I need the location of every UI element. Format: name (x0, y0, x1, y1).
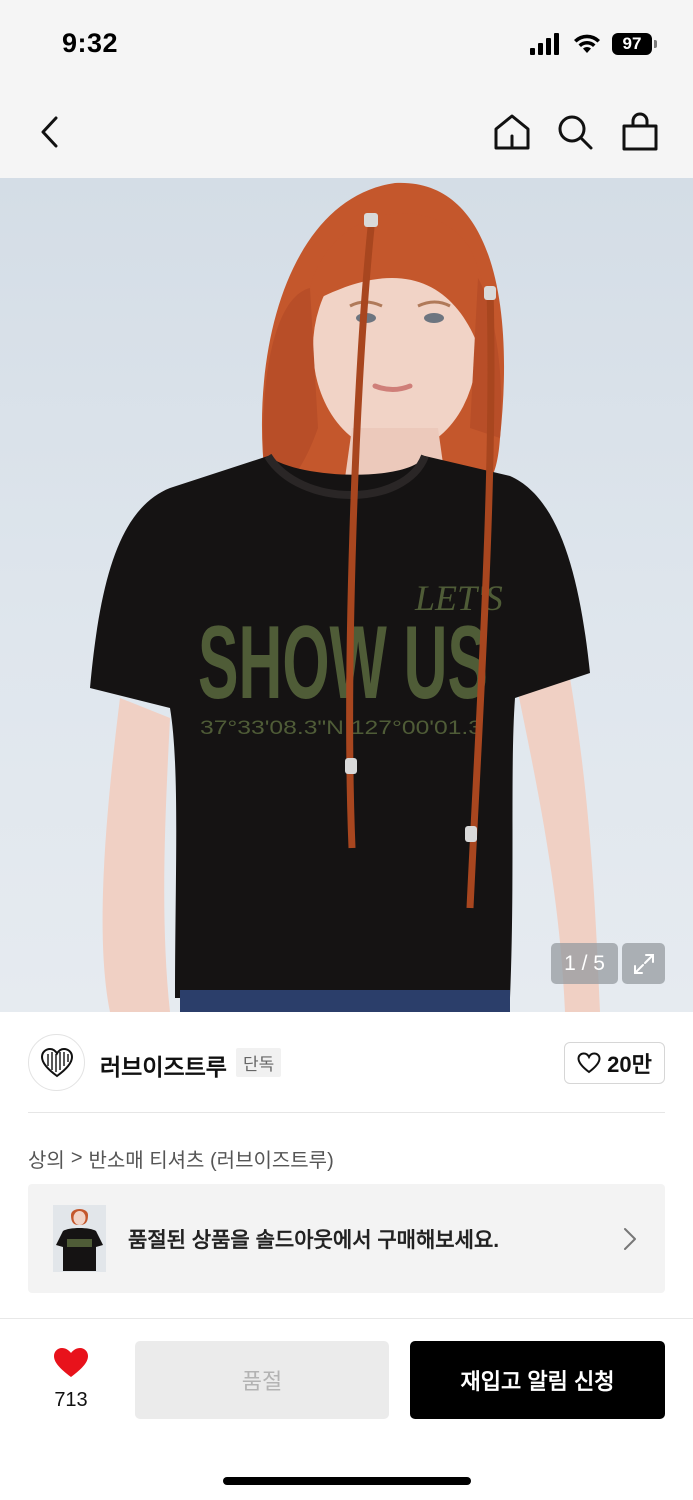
breadcrumb-subcategory[interactable]: 반소매 티셔츠 (러브이즈트루) (89, 1144, 334, 1173)
expand-image-button[interactable] (622, 943, 665, 984)
shirt-print-sub: LET'S (414, 578, 503, 618)
status-time: 9:32 (62, 28, 119, 58)
search-button[interactable] (549, 106, 601, 158)
breadcrumb-category[interactable]: 상의 (28, 1144, 65, 1173)
image-counter: 1 / 5 (551, 943, 618, 984)
restock-alert-button[interactable]: 재입고 알림 신청 (410, 1341, 665, 1419)
back-button[interactable] (24, 106, 76, 158)
status-icons: 97 (530, 30, 657, 58)
back-chevron-icon (41, 116, 58, 148)
shopping-bag-button[interactable] (614, 106, 666, 158)
heart-filled-icon (54, 1348, 88, 1377)
shirt-print-main: SHOW US (198, 605, 488, 721)
battery-indicator: 97 (612, 33, 657, 55)
soldout-button: 품절 (135, 1341, 389, 1419)
product-image[interactable]: SHOW US LET'S 37°33'08.3"N 127°00'01.3 (0, 178, 693, 1012)
chevron-right-icon (624, 1228, 636, 1250)
battery-level: 97 (612, 33, 652, 55)
model-illustration: SHOW US LET'S 37°33'08.3"N 127°00'01.3 (90, 182, 600, 1012)
exclusive-badge: 단독 (236, 1048, 282, 1077)
bottom-action-bar: 713 품절 재입고 알림 신청 (0, 1318, 693, 1500)
expand-icon (633, 953, 654, 974)
battery-cap (654, 40, 657, 48)
brand-like-count: 20만 (607, 1052, 652, 1077)
top-nav-bar (0, 88, 693, 178)
home-icon (494, 114, 530, 150)
soldout-banner-text: 품절된 상품을 솔드아웃에서 구매해보세요. (128, 1229, 500, 1252)
home-indicator (223, 1477, 471, 1485)
banner-thumbnail (53, 1205, 106, 1272)
status-bar: 9:32 97 (0, 0, 693, 88)
brand-row: 러브이즈트루 단독 20만 (0, 1012, 693, 1112)
wishlist-count: 713 (54, 1389, 88, 1411)
search-icon (558, 115, 593, 150)
wishlist-button[interactable]: 713 (38, 1343, 104, 1413)
brand-name[interactable]: 러브이즈트루 (100, 1048, 227, 1082)
section-divider (28, 1112, 665, 1113)
heart-logo-icon (40, 1047, 73, 1077)
breadcrumb: 상의 > 반소매 티셔츠 (러브이즈트루) (28, 1144, 334, 1173)
brand-logo[interactable] (28, 1034, 85, 1091)
soldout-banner[interactable]: 품절된 상품을 솔드아웃에서 구매해보세요. (28, 1184, 665, 1293)
home-button[interactable] (486, 106, 538, 158)
brand-like-button[interactable]: 20만 (564, 1042, 665, 1084)
wifi-icon (574, 34, 600, 53)
heart-outline-icon (577, 1052, 601, 1074)
breadcrumb-separator: > (70, 1147, 83, 1169)
cellular-signal-icon (530, 33, 559, 55)
shirt-print-coords: 37°33'08.3"N 127°00'01.3 (200, 718, 482, 739)
shopping-bag-icon (622, 112, 658, 151)
